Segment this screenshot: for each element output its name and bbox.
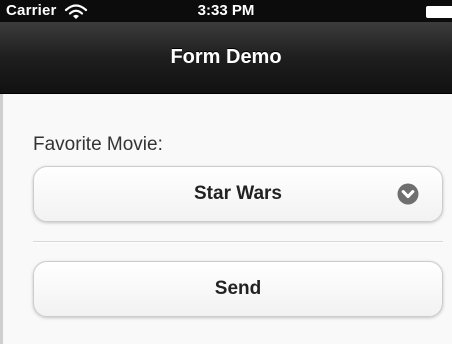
battery-icon	[426, 6, 452, 18]
favorite-movie-label: Favorite Movie:	[33, 134, 163, 155]
status-time: 3:33 PM	[197, 2, 255, 19]
selected-movie-value: Star Wars	[194, 183, 282, 204]
chevron-down-circle-icon	[397, 183, 419, 205]
status-bar: Carrier 3:33 PM	[0, 0, 452, 22]
send-button[interactable]: Send	[33, 261, 443, 317]
send-button-label: Send	[214, 278, 262, 299]
app-screen: Carrier 3:33 PM Form Demo Favorite Movie…	[0, 0, 452, 344]
form-content: Favorite Movie: Star Wars Send	[0, 94, 452, 344]
favorite-movie-select[interactable]: Star Wars	[33, 166, 443, 222]
form-divider	[33, 241, 443, 243]
navigation-bar: Form Demo	[0, 22, 452, 94]
page-title: Form Demo	[170, 46, 282, 68]
